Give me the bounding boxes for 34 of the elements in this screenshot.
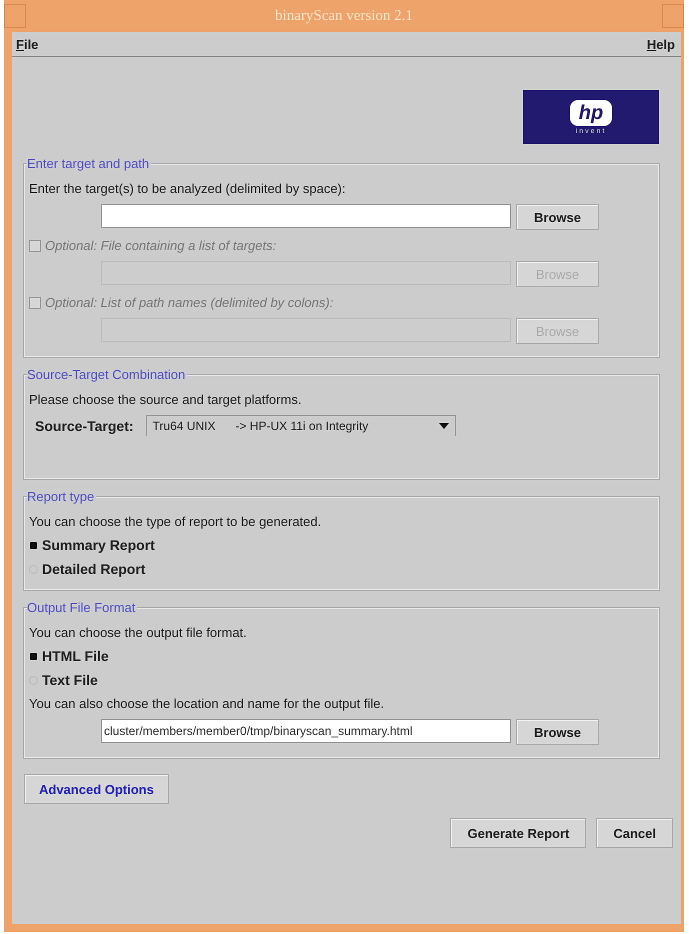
instruction-text: You can choose the output file format. [29,624,248,642]
dropdown[interactable]: Tru64 UNIX -> HP-UX 11i on Integrity [146,415,456,436]
checkbox[interactable] [29,296,41,308]
checkbox-label: Optional: List of path names (delimited by colons): [45,295,334,310]
radio-label: Text File [42,672,98,688]
browse-button[interactable]: Browse [516,719,599,745]
checkbox-label: Optional: File containing a list of targets: [45,238,276,253]
group-title: Output File Format [27,600,138,615]
radio-label: Detailed Report [42,561,146,577]
radio-label: Summary Report [42,537,155,553]
text-field[interactable]: cluster/members/member0/tmp/binaryscan_summary.html [101,719,511,743]
advanced-options-button[interactable]: Advanced Options [24,774,169,804]
instruction-text: Please choose the source and target platforms. [29,391,302,409]
browse-button[interactable]: Browse [516,204,599,230]
dialog-button[interactable]: Generate Report [450,818,586,848]
text-field[interactable] [101,204,511,228]
group-title: Enter target and path [27,156,152,171]
window-menu-button[interactable] [4,4,26,28]
menu-item[interactable]: Help [646,36,675,52]
instruction-text: Enter the target(s) to be analyzed (delimited by space): [29,180,346,198]
radio-button[interactable] [30,652,37,660]
menu-item[interactable]: File [16,36,38,52]
instruction-text: You can choose the type of report to be generated. [29,513,322,531]
instruction-text: You can also choose the location and name for the output file. [29,695,386,713]
group-title: Source-Target Combination [27,367,188,382]
radio-label: HTML File [42,648,109,664]
minimize-button[interactable] [662,4,684,28]
group-title: Report type [27,489,96,504]
radio-button[interactable] [30,542,37,548]
select-label: Source-Target: [35,418,134,434]
dialog-button[interactable]: Cancel [596,818,673,848]
checkbox[interactable] [29,240,41,252]
caret-icon [438,423,449,429]
window-title: binaryScan version 2.1 [275,8,413,24]
